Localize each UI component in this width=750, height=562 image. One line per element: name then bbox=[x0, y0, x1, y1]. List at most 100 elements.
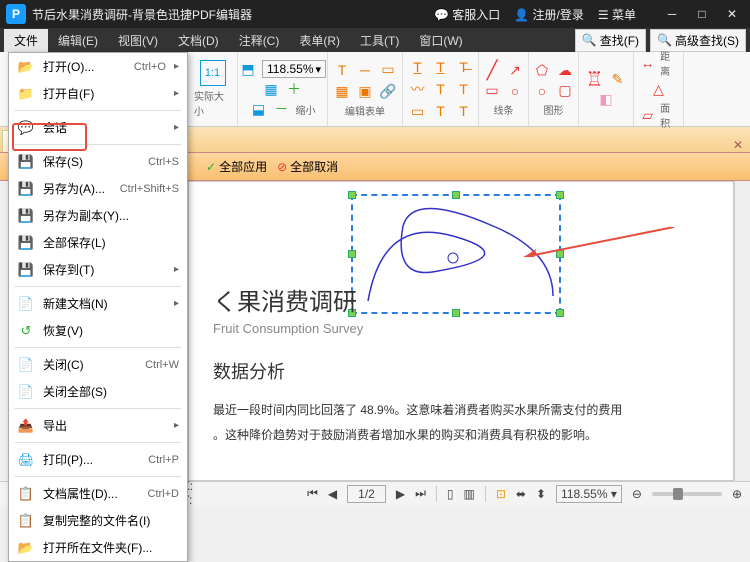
image-tool-icon[interactable]: ▣ bbox=[356, 83, 374, 101]
zoom-out-icon[interactable]: － bbox=[273, 100, 291, 118]
actual-size-icon[interactable]: 1:1 bbox=[200, 60, 226, 86]
rect-ann-icon[interactable]: ▭ bbox=[483, 82, 501, 100]
resize-handle[interactable] bbox=[556, 191, 564, 199]
app-logo: P bbox=[6, 4, 26, 24]
text-ann-icon[interactable]: ▭ bbox=[409, 102, 427, 120]
layout-cont-icon[interactable]: ▥ bbox=[464, 487, 475, 501]
zoom-in-icon[interactable]: ＋ bbox=[285, 80, 303, 98]
square-icon[interactable]: ▢ bbox=[556, 82, 574, 100]
menu-document[interactable]: 文档(D) bbox=[168, 29, 229, 52]
distance-icon[interactable]: ↔ bbox=[640, 54, 655, 72]
del-icon[interactable]: T bbox=[455, 102, 473, 120]
apply-all-button[interactable]: ✓全部应用 bbox=[206, 158, 267, 175]
login-link[interactable]: 👤 注册/登录 bbox=[514, 6, 584, 23]
menu-window[interactable]: 窗口(W) bbox=[409, 29, 472, 52]
next-page-icon[interactable]: ▶ bbox=[396, 487, 405, 501]
perimeter-icon[interactable]: △ bbox=[650, 80, 668, 98]
document-view[interactable]: く果消费调研 Fruit Consumption Survey 数据分析 最近一… bbox=[188, 181, 734, 481]
highlight-icon[interactable]: T̲ bbox=[409, 58, 427, 76]
zoom-slider[interactable] bbox=[652, 492, 722, 496]
resize-handle[interactable] bbox=[452, 191, 460, 199]
search-icon: 🔍 bbox=[657, 33, 672, 47]
insert-icon[interactable]: T bbox=[432, 102, 450, 120]
menu-open-from[interactable]: 📁打开自(F)▸ bbox=[9, 80, 187, 107]
fit-height-icon[interactable]: ⬍ bbox=[536, 487, 546, 501]
service-link[interactable]: 💬 客服入口 bbox=[434, 6, 500, 23]
maximize-button[interactable]: □ bbox=[690, 4, 714, 24]
doc-paragraph: 最近一段时间内同比回落了 48.9%。这意味着消费者购买水果所需支付的费用。这种… bbox=[213, 398, 713, 447]
last-page-icon[interactable]: ⏭ bbox=[415, 486, 426, 501]
close-button[interactable]: ✕ bbox=[720, 4, 744, 24]
menu-close[interactable]: 📄关闭(C)Ctrl+W bbox=[9, 351, 187, 378]
menu-save[interactable]: 💾保存(S)Ctrl+S bbox=[9, 148, 187, 175]
doc-heading-1: く果消费调研 bbox=[213, 282, 713, 317]
circle-icon[interactable]: ○ bbox=[533, 82, 551, 100]
zoom-out-button[interactable]: ⊖ bbox=[632, 487, 642, 501]
menu-doc-props[interactable]: 📋文档属性(D)...Ctrl+D bbox=[9, 480, 187, 507]
vertical-scrollbar[interactable] bbox=[734, 181, 750, 481]
menu-close-all[interactable]: 📄关闭全部(S) bbox=[9, 378, 187, 405]
menu-save-copy[interactable]: 💾另存为副本(Y)... bbox=[9, 202, 187, 229]
doc-heading-2: 数据分析 bbox=[213, 358, 713, 384]
file-menu-dropdown: 📂打开(O)...Ctrl+O▸ 📁打开自(F)▸ 💬会话▸ 💾保存(S)Ctr… bbox=[8, 52, 188, 562]
first-page-icon[interactable]: ⏮ bbox=[307, 486, 318, 501]
oval-ann-icon[interactable]: ○ bbox=[506, 82, 524, 100]
menu-copy-filename[interactable]: 📋复制完整的文件名(I) bbox=[9, 507, 187, 534]
fit-width-icon[interactable]: ⬌ bbox=[516, 487, 526, 501]
cancel-all-button[interactable]: ⊘全部取消 bbox=[277, 158, 338, 175]
menu-comment[interactable]: 注释(C) bbox=[229, 29, 290, 52]
menu-open-location[interactable]: 📂打开所在文件夹(F)... bbox=[9, 534, 187, 561]
eraser-icon[interactable]: ◧ bbox=[597, 90, 615, 108]
resize-handle[interactable] bbox=[348, 191, 356, 199]
link-tool-icon[interactable]: 🔗 bbox=[379, 83, 397, 101]
zoom-combo[interactable]: 118.55% ▾ bbox=[262, 60, 326, 78]
replace-icon[interactable]: T bbox=[455, 80, 473, 98]
arrow-ann-icon[interactable]: ↗ bbox=[506, 62, 524, 80]
menu-save-as[interactable]: 💾另存为(A)...Ctrl+Shift+S bbox=[9, 175, 187, 202]
menu-new-doc[interactable]: 📄新建文档(N)▸ bbox=[9, 290, 187, 317]
menu-save-all[interactable]: 💾全部保存(L) bbox=[9, 229, 187, 256]
main-menu[interactable]: ☰ 菜单 bbox=[598, 6, 636, 23]
menu-save-to[interactable]: 💾保存到(T)▸ bbox=[9, 256, 187, 283]
caret-icon[interactable]: T bbox=[432, 80, 450, 98]
menu-view[interactable]: 视图(V) bbox=[108, 29, 168, 52]
window-title: 节后水果消费调研-背景色迅捷PDF编辑器 bbox=[32, 6, 434, 23]
annotation-arrow bbox=[524, 227, 674, 257]
find-button[interactable]: 🔍查找(F) bbox=[575, 29, 646, 52]
pencil-icon[interactable]: ✎ bbox=[609, 70, 627, 88]
resize-handle[interactable] bbox=[348, 250, 356, 258]
menu-export[interactable]: 📤导出▸ bbox=[9, 412, 187, 439]
polygon-icon[interactable]: ⬠ bbox=[533, 62, 551, 80]
area-measure-icon[interactable]: ▱ bbox=[640, 106, 655, 124]
text-tool-icon[interactable]: T bbox=[333, 61, 351, 79]
menu-file[interactable]: 文件 bbox=[4, 29, 48, 52]
line-tool-icon[interactable]: ─ bbox=[356, 61, 374, 79]
area-tool-icon[interactable]: ▦ bbox=[333, 83, 351, 101]
menu-session[interactable]: 💬会话▸ bbox=[9, 114, 187, 141]
menu-form[interactable]: 表单(R) bbox=[289, 29, 350, 52]
menu-print[interactable]: 🖨打印(P)...Ctrl+P bbox=[9, 446, 187, 473]
fit-height-icon[interactable]: ⬓ bbox=[250, 100, 268, 118]
menu-edit[interactable]: 编辑(E) bbox=[48, 29, 108, 52]
fit-width-icon[interactable]: ⬒ bbox=[239, 60, 257, 78]
menu-recover[interactable]: ↺恢复(V) bbox=[9, 317, 187, 344]
fit-icon[interactable]: ⊡ bbox=[496, 487, 506, 501]
layout-single-icon[interactable]: ▯ bbox=[447, 487, 454, 501]
minimize-button[interactable]: ─ bbox=[660, 4, 684, 24]
menu-tools[interactable]: 工具(T) bbox=[350, 29, 409, 52]
squiggly-icon[interactable]: 〰 bbox=[409, 80, 427, 98]
strike-icon[interactable]: T̶ bbox=[455, 58, 473, 76]
prev-page-icon[interactable]: ◀ bbox=[328, 487, 337, 501]
page-indicator[interactable]: 1/2 bbox=[347, 485, 386, 503]
underline-icon[interactable]: T̲ bbox=[432, 58, 450, 76]
fit-page-icon[interactable]: ▦ bbox=[262, 80, 280, 98]
zoom-in-button[interactable]: ⊕ bbox=[732, 487, 742, 501]
menu-open[interactable]: 📂打开(O)...Ctrl+O▸ bbox=[9, 53, 187, 80]
cloud-icon[interactable]: ☁ bbox=[556, 62, 574, 80]
line-ann-icon[interactable]: ╱ bbox=[483, 62, 501, 80]
tab-close-icon[interactable]: ✕ bbox=[728, 138, 748, 152]
search-icon: 🔍 bbox=[582, 33, 597, 47]
zoom-level[interactable]: 118.55% ▾ bbox=[556, 485, 622, 503]
stamp-icon[interactable]: ♖ bbox=[586, 70, 604, 88]
rect-tool-icon[interactable]: ▭ bbox=[379, 61, 397, 79]
